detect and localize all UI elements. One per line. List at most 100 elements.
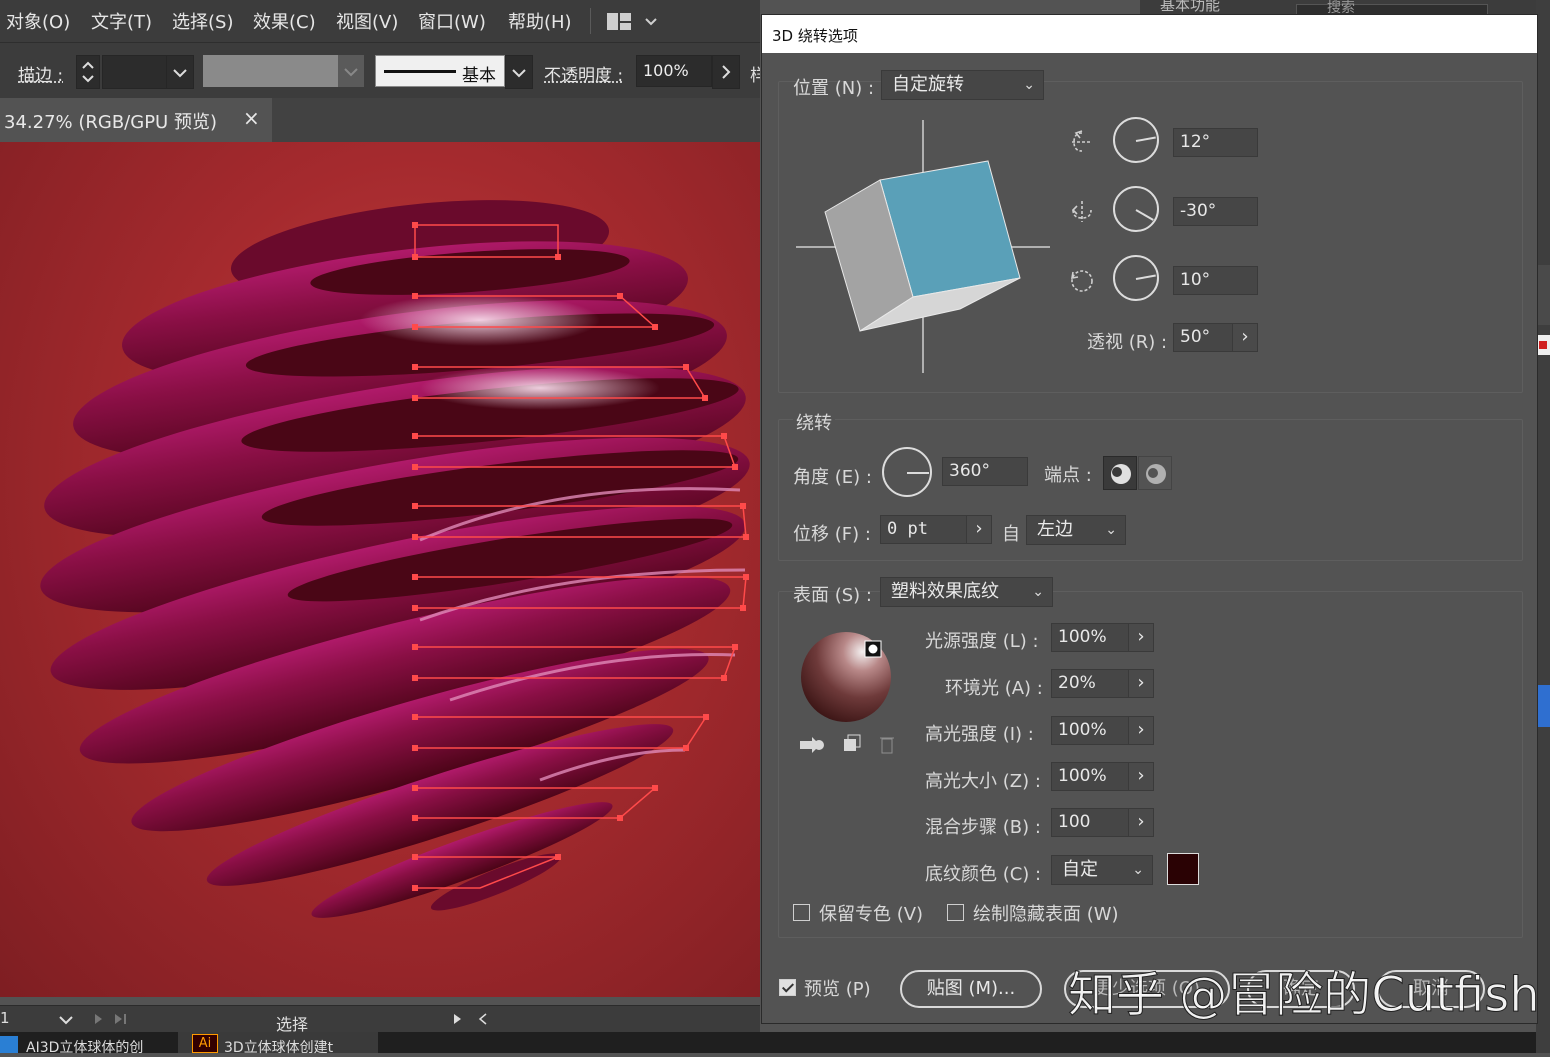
- opacity-label: 不透明度 :: [544, 66, 624, 86]
- ambient-light-input[interactable]: 20%: [1051, 669, 1129, 698]
- surface-select[interactable]: 塑料效果底纹 ⌄: [880, 577, 1053, 607]
- menu-effect[interactable]: 效果(C): [253, 8, 316, 34]
- taskbar-item-2-bg[interactable]: Ai 3D立体球体创建t: [178, 1032, 378, 1056]
- perspective-slider-arrow[interactable]: ›: [1232, 323, 1258, 352]
- position-select[interactable]: 自定旋转 ⌄: [881, 70, 1044, 100]
- page-dropdown-icon[interactable]: [56, 1013, 76, 1027]
- y-axis-rotation-icon: [1071, 201, 1092, 222]
- taskbar: AI3D立体球体的创 Ai 3D立体球体创建t: [0, 1032, 1550, 1056]
- taskbar-item-1[interactable]: AI3D立体球体的创: [26, 1037, 143, 1057]
- menu-window[interactable]: 窗口(W): [418, 8, 486, 34]
- offset-input[interactable]: 0 pt: [880, 515, 967, 544]
- angle-input[interactable]: 360°: [942, 457, 1028, 486]
- close-tab-icon[interactable]: ×: [243, 106, 260, 130]
- light-intensity-label: 光源强度 (L) :: [925, 631, 1039, 652]
- angle-dial[interactable]: [882, 447, 932, 497]
- highlight-intensity-input[interactable]: 100%: [1051, 716, 1129, 745]
- stroke-weight-input[interactable]: [102, 55, 168, 89]
- variable-width-profile[interactable]: [203, 55, 338, 87]
- x-rotation-input[interactable]: 12°: [1173, 128, 1258, 157]
- perspective-label: 透视 (R) :: [1087, 332, 1168, 353]
- z-axis-rotation-icon: [1071, 270, 1093, 292]
- draw-hidden-faces-label: 绘制隐藏表面 (W): [973, 904, 1119, 925]
- revolved-sphere-artwork: [40, 200, 750, 918]
- y-rotation-dial[interactable]: [1113, 186, 1159, 232]
- brush-dropdown[interactable]: [505, 55, 533, 89]
- draw-hidden-faces-checkbox[interactable]: [947, 904, 964, 921]
- z-rotation-dial[interactable]: [1113, 255, 1159, 301]
- highlight-1: [360, 294, 600, 346]
- next-page-icon[interactable]: [90, 1011, 136, 1027]
- offset-slider-arrow[interactable]: ›: [966, 515, 992, 544]
- menu-type[interactable]: 文字(T): [91, 8, 152, 34]
- light-intensity-input[interactable]: 100%: [1051, 623, 1129, 652]
- y-rotation-input[interactable]: -30°: [1173, 197, 1258, 226]
- control-bar: 描边 : 基本 不透明度 : 100% 样: [0, 42, 760, 99]
- ambient-light-arrow[interactable]: ›: [1128, 669, 1154, 698]
- status-bar: 1 选择: [0, 1005, 760, 1034]
- chevron-down-icon: ⌄: [1032, 584, 1044, 600]
- highlight-size-label: 高光大小 (Z) :: [925, 771, 1041, 792]
- light-tools: [800, 734, 894, 754]
- rotation-track-cube[interactable]: [792, 115, 1054, 377]
- opacity-input[interactable]: 100%: [636, 55, 712, 87]
- shade-color-select[interactable]: 自定 ⌄: [1051, 855, 1153, 885]
- panel-swatch: [1536, 335, 1550, 355]
- chevron-down-icon: ⌄: [1105, 522, 1117, 538]
- brush-definition[interactable]: 基本: [375, 55, 505, 87]
- light-intensity-arrow[interactable]: ›: [1128, 623, 1154, 652]
- workspace-switcher[interactable]: 基本功能: [1160, 0, 1220, 15]
- 3d-revolve-options-dialog: 3D 绕转选项 位置 (N) : 自定旋转 ⌄ 12° -30° 10° 透视 …: [761, 14, 1538, 1024]
- document-tab[interactable]: 34.27% (RGB/GPU 预览) ×: [0, 98, 272, 142]
- panel-scroll-button[interactable]: [1536, 685, 1550, 727]
- move-light-to-back-icon: [800, 737, 824, 753]
- right-panel-edge: [1536, 0, 1550, 1053]
- preview-label: 预览 (P): [804, 979, 871, 1000]
- menu-view[interactable]: 视图(V): [336, 8, 398, 34]
- z-rotation-input[interactable]: 10°: [1173, 266, 1258, 295]
- highlight-size-input[interactable]: 100%: [1051, 762, 1129, 791]
- menu-select[interactable]: 选择(S): [172, 8, 233, 34]
- menu-help[interactable]: 帮助(H): [508, 8, 572, 34]
- from-value: 左边: [1037, 519, 1073, 540]
- taskbar-item-2: 3D立体球体创建t: [224, 1040, 334, 1056]
- from-select[interactable]: 左边 ⌄: [1026, 515, 1126, 545]
- angle-label: 角度 (E) :: [793, 467, 872, 488]
- artboard-canvas[interactable]: [0, 142, 760, 997]
- variable-width-dropdown[interactable]: [338, 55, 364, 87]
- shade-color-swatch[interactable]: [1167, 853, 1199, 885]
- lighting-sphere-preview[interactable]: [798, 627, 898, 727]
- opacity-arrow[interactable]: [712, 55, 740, 89]
- surface-label: 表面 (S) :: [793, 585, 872, 606]
- highlight-2: [420, 366, 660, 410]
- arrange-documents-icon[interactable]: [606, 12, 660, 32]
- brush-label: 基本: [462, 66, 496, 86]
- page-number[interactable]: 1: [0, 1009, 10, 1027]
- menu-divider: [590, 8, 591, 34]
- cap-label: 端点 :: [1044, 465, 1092, 486]
- illustrator-icon: Ai: [192, 1034, 218, 1053]
- map-art-button[interactable]: 贴图 (M)...: [900, 970, 1042, 1008]
- blend-steps-input[interactable]: 100: [1051, 808, 1129, 837]
- status-menu-icon[interactable]: [450, 1011, 490, 1027]
- highlight-intensity-arrow[interactable]: ›: [1128, 716, 1154, 745]
- menu-object[interactable]: 对象(O): [6, 8, 70, 34]
- stroke-weight-dropdown[interactable]: [166, 55, 194, 89]
- preserve-spot-checkbox[interactable]: [793, 904, 810, 921]
- blend-steps-label: 混合步骤 (B) :: [925, 817, 1041, 838]
- surface-value: 塑料效果底纹: [891, 581, 999, 602]
- cap-off-button[interactable]: [1138, 456, 1172, 490]
- app-icon[interactable]: [0, 1036, 18, 1053]
- cap-on-button[interactable]: [1103, 456, 1137, 490]
- dialog-title-bar[interactable]: 3D 绕转选项: [762, 15, 1537, 53]
- preview-checkbox[interactable]: [779, 979, 796, 996]
- sphere-ribs: [40, 200, 750, 918]
- blend-steps-arrow[interactable]: ›: [1128, 808, 1154, 837]
- x-rotation-dial[interactable]: [1113, 117, 1159, 163]
- stroke-stepper[interactable]: [76, 55, 100, 89]
- new-light-icon: [844, 734, 861, 751]
- highlight-size-arrow[interactable]: ›: [1128, 762, 1154, 791]
- panel-tab[interactable]: [1536, 265, 1550, 325]
- perspective-input[interactable]: 50°: [1173, 323, 1233, 352]
- chevron-down-icon: ⌄: [1023, 77, 1035, 93]
